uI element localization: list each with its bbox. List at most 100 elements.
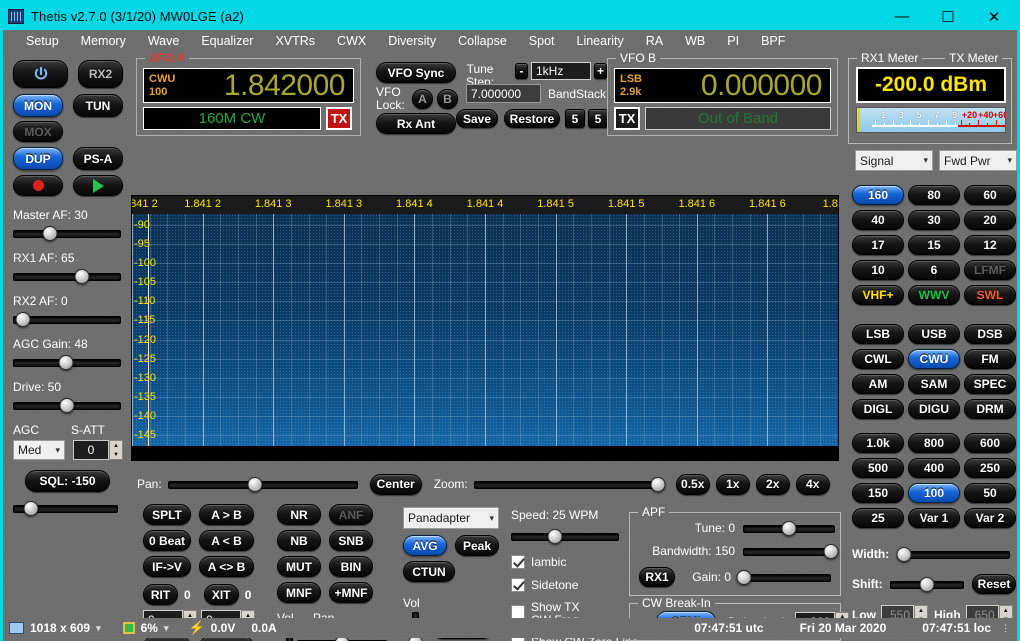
apf-gain-slider-knob[interactable] bbox=[736, 569, 752, 585]
slider-knob[interactable] bbox=[58, 355, 74, 370]
mon-button[interactable]: MON bbox=[13, 94, 63, 117]
panadapter-display[interactable]: 1.841 21.841 21.841 31.841 31.841 41.841… bbox=[131, 195, 839, 461]
mode-usb-button[interactable]: USB bbox=[908, 324, 960, 344]
rx2-button[interactable]: RX2 bbox=[78, 60, 123, 88]
filter-1-0k-button[interactable]: 1.0k bbox=[852, 433, 904, 453]
peak-button[interactable]: Peak bbox=[455, 535, 499, 556]
menu-item-spot[interactable]: Spot bbox=[518, 32, 566, 50]
ctun-button[interactable]: CTUN bbox=[403, 561, 455, 582]
spectrum-canvas[interactable]: -90 -95 -100 -105 -110 -115 -120 -125 -130 -135 -1… bbox=[132, 214, 838, 446]
band-160-button[interactable]: 160 bbox=[852, 185, 904, 205]
close-icon[interactable]: ✕ bbox=[971, 3, 1017, 30]
stepper-up-icon[interactable]: ▲ bbox=[915, 606, 927, 615]
if-to-v-button[interactable]: IF->V bbox=[143, 556, 191, 577]
band-12-button[interactable]: 12 bbox=[964, 235, 1016, 255]
slider-1[interactable] bbox=[13, 269, 121, 284]
filter-800-button[interactable]: 800 bbox=[908, 433, 960, 453]
avg-button[interactable]: AVG bbox=[403, 535, 447, 556]
band-swl-button[interactable]: SWL bbox=[964, 285, 1016, 305]
anf-button[interactable]: ANF bbox=[329, 504, 373, 525]
rx-meter-source-select[interactable]: Signal ▾ bbox=[855, 150, 933, 171]
menu-item-collapse[interactable]: Collapse bbox=[447, 32, 518, 50]
vfo-sync-button[interactable]: VFO Sync bbox=[376, 62, 456, 83]
filter-400-button[interactable]: 400 bbox=[908, 458, 960, 478]
checkbox-icon[interactable] bbox=[511, 605, 525, 619]
plus-mnf-button[interactable]: +MNF bbox=[329, 582, 373, 603]
filter-600-button[interactable]: 600 bbox=[964, 433, 1016, 453]
squelch-slider[interactable] bbox=[13, 501, 118, 516]
maximize-icon[interactable]: ☐ bbox=[925, 3, 971, 30]
tune-step-value[interactable]: 1kHz bbox=[531, 62, 591, 80]
menu-item-ra[interactable]: RA bbox=[635, 32, 674, 50]
mode-spec-button[interactable]: SPEC bbox=[964, 374, 1016, 394]
slider-knob[interactable] bbox=[59, 398, 75, 413]
rx-ant-button[interactable]: Rx Ant bbox=[376, 113, 456, 134]
apf-bandwidth-slider[interactable] bbox=[743, 543, 839, 559]
squelch-slider-knob[interactable] bbox=[23, 501, 39, 516]
vfo-b-tx-button[interactable]: TX bbox=[614, 107, 640, 130]
menu-item-cwx[interactable]: CWX bbox=[326, 32, 377, 50]
filter-25-button[interactable]: 25 bbox=[852, 508, 904, 528]
nr-button[interactable]: NR bbox=[277, 504, 321, 525]
bandstack-total-button[interactable]: 5 bbox=[588, 109, 608, 128]
restore-button[interactable]: Restore bbox=[504, 109, 560, 128]
menu-item-bpf[interactable]: BPF bbox=[750, 32, 796, 50]
band-20-button[interactable]: 20 bbox=[964, 210, 1016, 230]
band-15-button[interactable]: 15 bbox=[908, 235, 960, 255]
menu-item-setup[interactable]: Setup bbox=[15, 32, 70, 50]
band-60-button[interactable]: 60 bbox=[964, 185, 1016, 205]
checkbox-icon[interactable] bbox=[511, 578, 525, 592]
menu-item-linearity[interactable]: Linearity bbox=[566, 32, 635, 50]
mode-drm-button[interactable]: DRM bbox=[964, 399, 1016, 419]
slider-2[interactable] bbox=[13, 312, 121, 327]
mox-button[interactable]: MOX bbox=[13, 121, 63, 142]
power-button[interactable] bbox=[13, 60, 68, 88]
menu-item-memory[interactable]: Memory bbox=[70, 32, 137, 50]
mode-lsb-button[interactable]: LSB bbox=[852, 324, 904, 344]
zoom-0-5x-button[interactable]: 0.5x bbox=[675, 473, 710, 495]
slider-0[interactable] bbox=[13, 226, 121, 241]
cw-speed-slider-knob[interactable] bbox=[547, 529, 563, 544]
mode-am-button[interactable]: AM bbox=[852, 374, 904, 394]
s-att-value[interactable]: 0 bbox=[73, 440, 109, 460]
filter-var-1-button[interactable]: Var 1 bbox=[908, 508, 960, 528]
slider-knob[interactable] bbox=[74, 269, 90, 284]
ps-a-button[interactable]: PS-A bbox=[73, 147, 123, 170]
play-button[interactable] bbox=[73, 175, 123, 196]
band-40-button[interactable]: 40 bbox=[852, 210, 904, 230]
nb-button[interactable]: NB bbox=[277, 530, 321, 551]
apf-tune-slider-knob[interactable] bbox=[781, 520, 797, 536]
display-mode-select[interactable]: Panadapter ▾ bbox=[403, 507, 499, 529]
mode-sam-button[interactable]: SAM bbox=[908, 374, 960, 394]
width-slider[interactable] bbox=[896, 546, 1010, 562]
width-slider-knob[interactable] bbox=[896, 546, 912, 562]
slider-3[interactable] bbox=[13, 355, 121, 370]
band-6-button[interactable]: 6 bbox=[908, 260, 960, 280]
rit-button[interactable]: RIT bbox=[143, 584, 178, 605]
vfo-a-frequency-display[interactable]: CWU 100 1.842000 bbox=[143, 68, 354, 103]
menu-item-diversity[interactable]: Diversity bbox=[377, 32, 447, 50]
zoom-slider[interactable] bbox=[473, 476, 666, 492]
mut-button[interactable]: MUT bbox=[277, 556, 321, 577]
s-att-spin-buttons[interactable]: ▲ ▼ bbox=[109, 440, 123, 460]
reset-button[interactable]: Reset bbox=[972, 574, 1016, 594]
chevron-down-icon[interactable]: ▾ bbox=[164, 623, 169, 634]
zoom-2x-button[interactable]: 2x bbox=[755, 473, 790, 495]
stepper-down-icon[interactable]: ▼ bbox=[110, 450, 122, 459]
snb-button[interactable]: SNB bbox=[329, 530, 373, 551]
cw-speed-slider[interactable] bbox=[511, 529, 619, 544]
zero-beat-button[interactable]: 0 Beat bbox=[143, 530, 191, 551]
resize-grip-icon[interactable]: ⋮ bbox=[1001, 623, 1011, 634]
menu-item-wb[interactable]: WB bbox=[674, 32, 716, 50]
bin-button[interactable]: BIN bbox=[329, 556, 373, 577]
dup-button[interactable]: DUP bbox=[13, 147, 63, 170]
minimize-icon[interactable]: — bbox=[879, 3, 925, 30]
tun-button[interactable]: TUN bbox=[73, 94, 123, 117]
split-button[interactable]: SPLT bbox=[143, 504, 191, 525]
filter-500-button[interactable]: 500 bbox=[852, 458, 904, 478]
iambic-checkbox[interactable]: Iambic bbox=[511, 555, 631, 569]
tx-meter-source-select[interactable]: Fwd Pwr ▾ bbox=[939, 150, 1017, 171]
mnf-button[interactable]: MNF bbox=[277, 582, 321, 603]
apf-rx1-button[interactable]: RX1 bbox=[639, 567, 675, 587]
menu-item-xvtrs[interactable]: XVTRs bbox=[264, 32, 326, 50]
